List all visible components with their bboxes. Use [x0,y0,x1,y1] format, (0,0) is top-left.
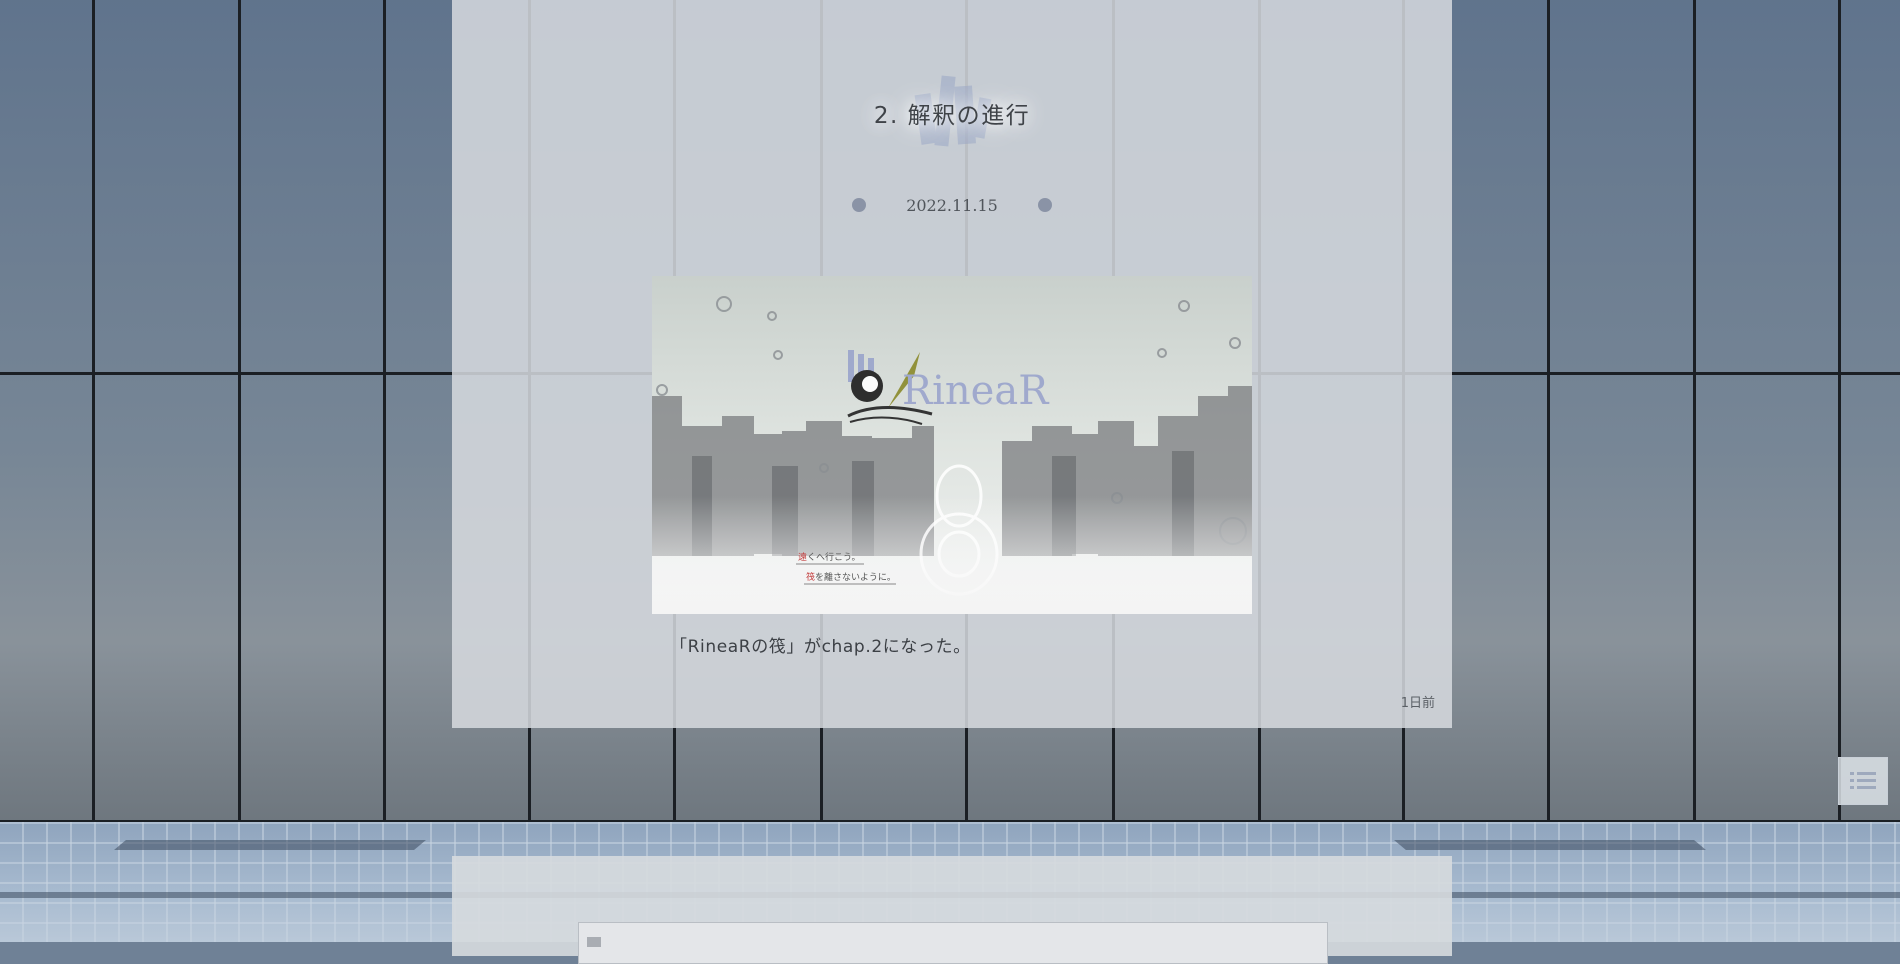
svg-text:遠くへ行こう。: 遠くへ行こう。 [798,551,860,563]
post-date: 2022.11.15 [906,195,998,215]
post-image[interactable]: RineaR 遠くへ行こう。 筏を離さないように。 [652,276,1252,614]
next-post-inner-box [578,922,1328,964]
post-image-art: RineaR 遠くへ行こう。 筏を離さないように。 [652,276,1252,614]
svg-text:筏を離さないように。: 筏を離さないように。 [806,571,896,583]
toc-toggle-button[interactable] [1838,757,1888,805]
svg-text:RineaR: RineaR [902,368,1050,414]
folder-icon [587,937,601,947]
next-post-card [452,856,1452,964]
date-row: 2022.11.15 [752,193,1152,217]
post-card: 2. 解釈の進行 2022.11.15 RineaR 遠くへ行こう。 筏を離さな… [452,0,1452,728]
post-title[interactable]: 2. 解釈の進行 [752,96,1152,130]
date-dot-right [1037,198,1052,212]
date-dot-left [852,198,867,212]
list-icon [1850,772,1876,789]
post-relative-time: 1日前 [1400,696,1435,711]
post-caption: 「RineaRの筏」がchap.2になった。 [670,637,971,657]
